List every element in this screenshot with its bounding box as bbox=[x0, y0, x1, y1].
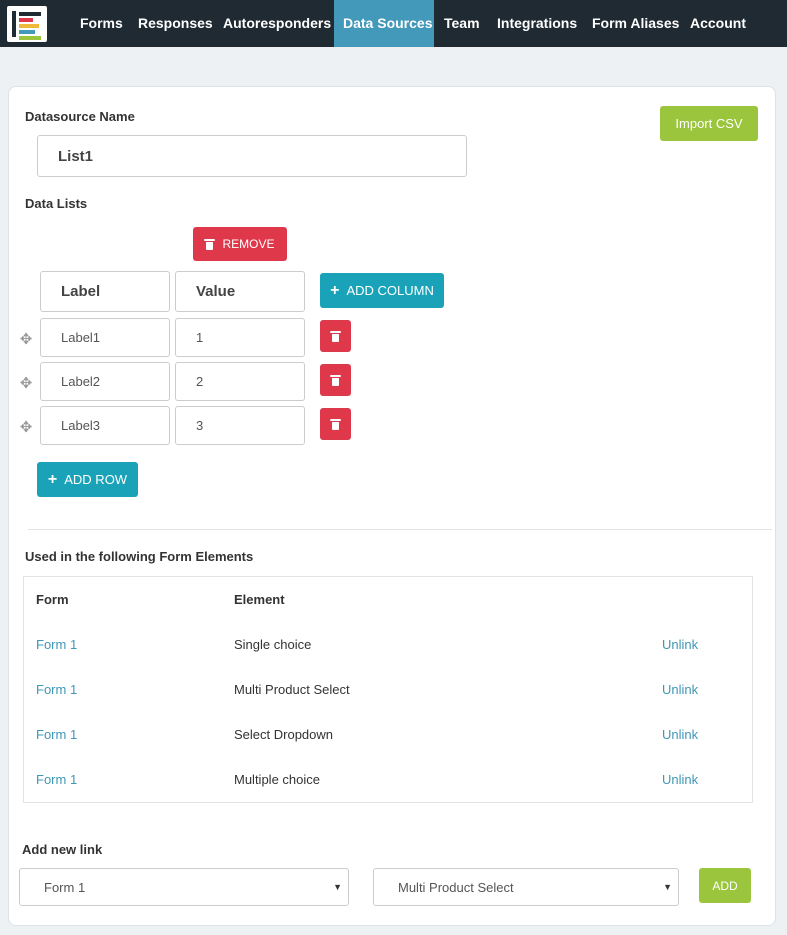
column-header-form: Form bbox=[36, 592, 69, 607]
delete-row-button[interactable] bbox=[320, 364, 351, 396]
nav-account[interactable]: Account bbox=[681, 0, 755, 47]
trash-icon bbox=[330, 330, 341, 342]
element-select[interactable]: Multi Product Select ▼ bbox=[373, 868, 679, 906]
form-select-value: Form 1 bbox=[44, 879, 86, 895]
data-lists-title: Data Lists bbox=[25, 196, 88, 211]
caret-down-icon: ▼ bbox=[333, 882, 342, 892]
add-column-label: ADD COLUMN bbox=[346, 283, 434, 298]
row-value-input[interactable]: 1 bbox=[175, 318, 305, 357]
nav-responses[interactable]: Responses bbox=[129, 0, 222, 47]
app-logo[interactable] bbox=[7, 6, 47, 42]
form-link[interactable]: Form 1 bbox=[36, 727, 77, 742]
element-name: Select Dropdown bbox=[234, 727, 333, 742]
section-divider bbox=[28, 529, 772, 530]
add-column-button[interactable]: + ADD COLUMN bbox=[320, 273, 444, 308]
move-icon[interactable]: ✥ bbox=[19, 376, 33, 391]
row-label-input[interactable]: Label2 bbox=[40, 362, 170, 401]
datasource-card: Datasource Name List1 Import CSV Data Li… bbox=[8, 86, 776, 926]
form-select[interactable]: Form 1 ▼ bbox=[19, 868, 349, 906]
element-name: Multi Product Select bbox=[234, 682, 350, 697]
datasource-name-label: Datasource Name bbox=[25, 109, 135, 124]
nav-integrations[interactable]: Integrations bbox=[488, 0, 586, 47]
nav-form-aliases[interactable]: Form Aliases bbox=[583, 0, 688, 47]
add-link-title: Add new link bbox=[22, 842, 103, 857]
element-name: Multiple choice bbox=[234, 772, 320, 787]
column-header-label[interactable]: Label bbox=[40, 271, 170, 312]
usage-table: Form Element Form 1 Single choice Unlink… bbox=[23, 576, 753, 803]
usage-title: Used in the following Form Elements bbox=[25, 549, 254, 564]
trash-icon bbox=[204, 238, 216, 250]
unlink-link[interactable]: Unlink bbox=[662, 772, 698, 787]
remove-column-button[interactable]: REMOVE bbox=[193, 227, 287, 261]
delete-row-button[interactable] bbox=[320, 408, 351, 440]
add-row-button[interactable]: + ADD ROW bbox=[37, 462, 138, 497]
import-csv-button[interactable]: Import CSV bbox=[660, 106, 758, 141]
column-header-value[interactable]: Value bbox=[175, 271, 305, 312]
trash-icon bbox=[330, 374, 341, 386]
column-header-element: Element bbox=[234, 592, 285, 607]
row-label-input[interactable]: Label1 bbox=[40, 318, 170, 357]
datasource-name-input[interactable]: List1 bbox=[37, 135, 467, 177]
unlink-link[interactable]: Unlink bbox=[662, 637, 698, 652]
form-link[interactable]: Form 1 bbox=[36, 682, 77, 697]
move-icon[interactable]: ✥ bbox=[19, 420, 33, 435]
element-name: Single choice bbox=[234, 637, 312, 652]
delete-row-button[interactable] bbox=[320, 320, 351, 352]
unlink-link[interactable]: Unlink bbox=[662, 682, 698, 697]
move-icon[interactable]: ✥ bbox=[19, 332, 33, 347]
caret-down-icon: ▼ bbox=[663, 882, 672, 892]
nav-data-sources[interactable]: Data Sources bbox=[334, 0, 434, 47]
row-value-input[interactable]: 3 bbox=[175, 406, 305, 445]
add-link-button[interactable]: ADD bbox=[699, 868, 751, 903]
form-link[interactable]: Form 1 bbox=[36, 772, 77, 787]
nav-autoresponders[interactable]: Autoresponders bbox=[214, 0, 340, 47]
add-row-label: ADD ROW bbox=[64, 472, 128, 487]
nav-forms[interactable]: Forms bbox=[71, 0, 132, 47]
row-label-input[interactable]: Label3 bbox=[40, 406, 170, 445]
trash-icon bbox=[330, 418, 341, 430]
plus-icon: + bbox=[330, 281, 340, 299]
form-link[interactable]: Form 1 bbox=[36, 637, 77, 652]
unlink-link[interactable]: Unlink bbox=[662, 727, 698, 742]
element-select-value: Multi Product Select bbox=[398, 879, 514, 895]
plus-icon: + bbox=[47, 470, 58, 488]
top-nav: Forms Responses Autoresponders Data Sour… bbox=[0, 0, 787, 47]
nav-team[interactable]: Team bbox=[435, 0, 489, 47]
remove-column-label: REMOVE bbox=[222, 237, 275, 251]
row-value-input[interactable]: 2 bbox=[175, 362, 305, 401]
